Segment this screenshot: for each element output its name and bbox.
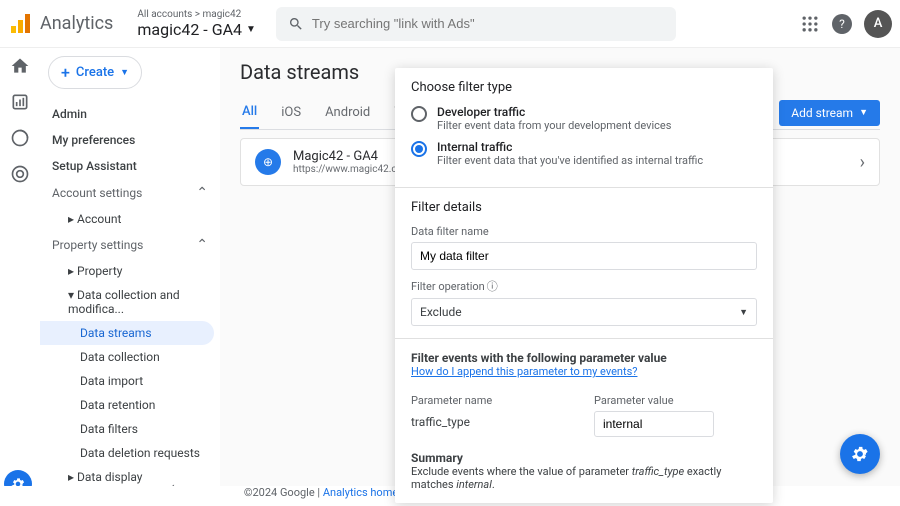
nav-property[interactable]: ▸ Property [40,259,220,283]
sidebar: + Create ▼ Admin My preferences Setup As… [40,48,220,486]
param-help-link[interactable]: How do I append this parameter to my eve… [411,365,757,378]
caret-down-icon: ▼ [120,67,129,78]
radio-icon-selected [411,141,427,157]
filter-modal: Choose filter type Developer trafficFilt… [395,68,773,503]
nav-data-streams[interactable]: Data streams [40,321,214,345]
nav-data-retention[interactable]: Data retention [40,393,220,417]
nav-data-collection-parent[interactable]: ▾ Data collection and modifica... [40,283,220,321]
create-label: Create [76,65,114,80]
filter-name-input[interactable] [411,242,757,270]
explore-icon[interactable] [10,128,30,148]
nav-data-deletion[interactable]: Data deletion requests [40,441,220,465]
nav-setup-assistant[interactable]: Setup Assistant [40,153,220,179]
summary-text: Exclude events where the value of parame… [411,465,757,491]
nav-data-collection[interactable]: Data collection [40,345,220,369]
nav-data-display[interactable]: ▸ Data display [40,465,220,486]
param-name-label: Parameter name [411,394,574,407]
radio-internal-traffic[interactable]: Internal trafficFilter event data that y… [411,140,757,167]
nav-account[interactable]: ▸ Account [40,207,220,231]
filter-details-title: Filter details [411,200,757,215]
analytics-logo-icon [8,12,32,36]
tab-android[interactable]: Android [323,97,372,128]
param-value-label: Parameter value [594,394,757,407]
reports-icon[interactable] [10,92,30,112]
avatar[interactable]: A [864,10,892,38]
account-name: magic42 - GA4 [137,20,242,39]
nav-admin[interactable]: Admin [40,101,220,127]
section-account-settings[interactable]: Account settings⌃ [40,179,220,207]
tab-all[interactable]: All [240,96,259,129]
nav-data-filters[interactable]: Data filters [40,417,220,441]
summary-title: Summary [411,451,757,465]
left-rail [0,48,40,486]
search-icon [288,16,304,32]
filter-operation-label: Filter operationⓘ [411,278,757,294]
chevron-up-icon: ⌃ [196,237,208,253]
apps-grid-icon[interactable] [800,14,820,34]
breadcrumb: All accounts > magic42 [137,9,256,20]
create-button[interactable]: + Create ▼ [48,56,142,89]
search-bar[interactable] [276,7,676,41]
globe-icon: ⊕ [255,149,281,175]
plus-icon: + [61,63,70,82]
settings-fab[interactable] [840,434,880,474]
product-name: Analytics [40,13,113,34]
filter-name-label: Data filter name [411,225,757,238]
home-icon[interactable] [10,56,30,76]
choose-filter-title: Choose filter type [411,80,757,95]
radio-developer-traffic[interactable]: Developer trafficFilter event data from … [411,105,757,132]
param-name-value: traffic_type [411,411,574,429]
account-selector[interactable]: All accounts > magic42 magic42 - GA4 ▼ [129,9,264,39]
advertising-icon[interactable] [10,164,30,184]
search-input[interactable] [312,16,664,31]
caret-down-icon: ▼ [739,307,748,318]
info-icon[interactable]: ⓘ [487,280,498,293]
caret-down-icon: ▼ [859,107,868,118]
footer-analytics-home[interactable]: Analytics home [323,486,398,499]
nav-preferences[interactable]: My preferences [40,127,220,153]
caret-down-icon: ▼ [246,24,256,35]
help-icon[interactable]: ? [832,14,852,34]
param-heading: Filter events with the following paramet… [411,351,757,365]
chevron-up-icon: ⌃ [196,185,208,201]
topbar: Analytics All accounts > magic42 magic42… [0,0,900,48]
chevron-right-icon: › [860,152,865,173]
filter-operation-select[interactable]: Exclude▼ [411,298,757,326]
radio-icon [411,106,427,122]
nav-data-import[interactable]: Data import [40,369,220,393]
tab-ios[interactable]: iOS [279,97,303,128]
section-property-settings[interactable]: Property settings⌃ [40,231,220,259]
param-value-input[interactable] [594,411,714,437]
add-stream-button[interactable]: Add stream▼ [779,100,880,126]
